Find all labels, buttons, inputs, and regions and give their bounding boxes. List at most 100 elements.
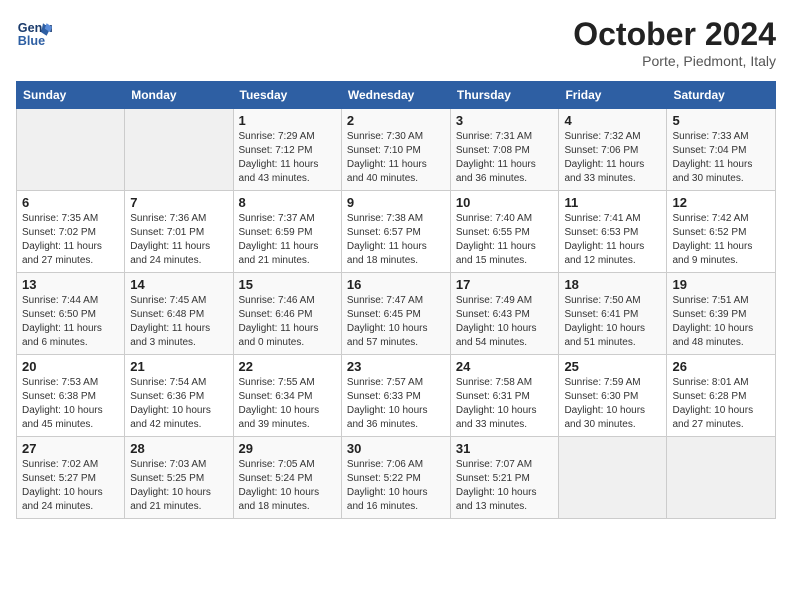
location-subtitle: Porte, Piedmont, Italy bbox=[573, 53, 776, 69]
calendar-cell: 31 Sunrise: 7:07 AM Sunset: 5:21 PM Dayli… bbox=[450, 437, 559, 519]
calendar-cell: 9 Sunrise: 7:38 AM Sunset: 6:57 PM Daylig… bbox=[341, 191, 450, 273]
calendar-cell: 11Sunrise: 7:41 AM Sunset: 6:53 PM Dayli… bbox=[559, 191, 667, 273]
day-number: 19 bbox=[672, 277, 770, 292]
day-info: Sunrise: 7:57 AM Sunset: 6:33 PM Dayligh… bbox=[347, 376, 445, 432]
calendar-cell: 2Sunrise: 7:30 AM Sunset: 7:10 PM Daylig… bbox=[341, 109, 450, 191]
calendar-header-row: SundayMondayTuesdayWednesdayThursdayFrid… bbox=[17, 82, 776, 109]
day-info: Sunrise: 7:33 AM Sunset: 7:04 PM Dayligh… bbox=[672, 130, 770, 186]
day-header-friday: Friday bbox=[559, 82, 667, 109]
calendar-cell: 15 Sunrise: 7:46 AM Sunset: 6:46 PM Dayli… bbox=[233, 273, 341, 355]
day-number: 5 bbox=[672, 113, 770, 128]
day-header-thursday: Thursday bbox=[450, 82, 559, 109]
week-row-5: 27Sunrise: 7:02 AM Sunset: 5:27 PM Dayli… bbox=[17, 437, 776, 519]
day-number: 14 bbox=[130, 277, 227, 292]
day-number: 13 bbox=[22, 277, 119, 292]
calendar-cell: 1 Sunrise: 7:29 AM Sunset: 7:12 PM Daylig… bbox=[233, 109, 341, 191]
page-header: General Blue October 2024 Porte, Piedmon… bbox=[16, 16, 776, 69]
day-number: 21 bbox=[130, 359, 227, 374]
day-info: Sunrise: 7:47 AM Sunset: 6:45 PM Dayligh… bbox=[347, 294, 445, 350]
calendar-cell: 22 Sunrise: 7:55 AM Sunset: 6:34 PM Dayli… bbox=[233, 355, 341, 437]
week-row-4: 20 Sunrise: 7:53 AM Sunset: 6:38 PM Dayli… bbox=[17, 355, 776, 437]
calendar-table: SundayMondayTuesdayWednesdayThursdayFrid… bbox=[16, 81, 776, 519]
day-info: Sunrise: 8:01 AM Sunset: 6:28 PM Dayligh… bbox=[672, 376, 770, 432]
day-info: Sunrise: 7:53 AM Sunset: 6:38 PM Dayligh… bbox=[22, 376, 119, 432]
logo: General Blue bbox=[16, 16, 52, 52]
day-number: 17 bbox=[456, 277, 554, 292]
calendar-cell: 25Sunrise: 7:59 AM Sunset: 6:30 PM Dayli… bbox=[559, 355, 667, 437]
calendar-cell: 3 Sunrise: 7:31 AM Sunset: 7:08 PM Daylig… bbox=[450, 109, 559, 191]
day-number: 8 bbox=[239, 195, 336, 210]
title-block: October 2024 Porte, Piedmont, Italy bbox=[573, 16, 776, 69]
day-number: 29 bbox=[239, 441, 336, 456]
calendar-cell: 7Sunrise: 7:36 AM Sunset: 7:01 PM Daylig… bbox=[125, 191, 233, 273]
day-number: 25 bbox=[564, 359, 661, 374]
day-number: 4 bbox=[564, 113, 661, 128]
day-number: 31 bbox=[456, 441, 554, 456]
day-info: Sunrise: 7:46 AM Sunset: 6:46 PM Dayligh… bbox=[239, 294, 336, 350]
calendar-cell: 17 Sunrise: 7:49 AM Sunset: 6:43 PM Dayli… bbox=[450, 273, 559, 355]
week-row-1: 1 Sunrise: 7:29 AM Sunset: 7:12 PM Daylig… bbox=[17, 109, 776, 191]
calendar-cell: 6 Sunrise: 7:35 AM Sunset: 7:02 PM Daylig… bbox=[17, 191, 125, 273]
day-number: 12 bbox=[672, 195, 770, 210]
day-number: 2 bbox=[347, 113, 445, 128]
day-info: Sunrise: 7:03 AM Sunset: 5:25 PM Dayligh… bbox=[130, 458, 227, 514]
day-number: 6 bbox=[22, 195, 119, 210]
day-info: Sunrise: 7:35 AM Sunset: 7:02 PM Dayligh… bbox=[22, 212, 119, 268]
calendar-cell: 23 Sunrise: 7:57 AM Sunset: 6:33 PM Dayli… bbox=[341, 355, 450, 437]
calendar-cell: 29 Sunrise: 7:05 AM Sunset: 5:24 PM Dayli… bbox=[233, 437, 341, 519]
day-info: Sunrise: 7:38 AM Sunset: 6:57 PM Dayligh… bbox=[347, 212, 445, 268]
day-info: Sunrise: 7:55 AM Sunset: 6:34 PM Dayligh… bbox=[239, 376, 336, 432]
calendar-cell: 5 Sunrise: 7:33 AM Sunset: 7:04 PM Daylig… bbox=[667, 109, 776, 191]
day-info: Sunrise: 7:54 AM Sunset: 6:36 PM Dayligh… bbox=[130, 376, 227, 432]
calendar-cell bbox=[17, 109, 125, 191]
day-info: Sunrise: 7:05 AM Sunset: 5:24 PM Dayligh… bbox=[239, 458, 336, 514]
day-number: 10 bbox=[456, 195, 554, 210]
day-header-wednesday: Wednesday bbox=[341, 82, 450, 109]
day-header-monday: Monday bbox=[125, 82, 233, 109]
day-number: 20 bbox=[22, 359, 119, 374]
svg-text:Blue: Blue bbox=[18, 34, 45, 48]
calendar-cell: 27Sunrise: 7:02 AM Sunset: 5:27 PM Dayli… bbox=[17, 437, 125, 519]
logo-icon: General Blue bbox=[16, 16, 52, 52]
calendar-cell: 16 Sunrise: 7:47 AM Sunset: 6:45 PM Dayli… bbox=[341, 273, 450, 355]
day-number: 22 bbox=[239, 359, 336, 374]
day-number: 1 bbox=[239, 113, 336, 128]
day-info: Sunrise: 7:31 AM Sunset: 7:08 PM Dayligh… bbox=[456, 130, 554, 186]
week-row-2: 6 Sunrise: 7:35 AM Sunset: 7:02 PM Daylig… bbox=[17, 191, 776, 273]
calendar-body: 1 Sunrise: 7:29 AM Sunset: 7:12 PM Daylig… bbox=[17, 109, 776, 519]
day-header-sunday: Sunday bbox=[17, 82, 125, 109]
day-info: Sunrise: 7:07 AM Sunset: 5:21 PM Dayligh… bbox=[456, 458, 554, 514]
day-info: Sunrise: 7:50 AM Sunset: 6:41 PM Dayligh… bbox=[564, 294, 661, 350]
day-info: Sunrise: 7:49 AM Sunset: 6:43 PM Dayligh… bbox=[456, 294, 554, 350]
day-header-tuesday: Tuesday bbox=[233, 82, 341, 109]
calendar-cell bbox=[125, 109, 233, 191]
day-info: Sunrise: 7:51 AM Sunset: 6:39 PM Dayligh… bbox=[672, 294, 770, 350]
day-number: 30 bbox=[347, 441, 445, 456]
calendar-cell: 12Sunrise: 7:42 AM Sunset: 6:52 PM Dayli… bbox=[667, 191, 776, 273]
month-title: October 2024 bbox=[573, 16, 776, 53]
day-info: Sunrise: 7:32 AM Sunset: 7:06 PM Dayligh… bbox=[564, 130, 661, 186]
calendar-cell: 30 Sunrise: 7:06 AM Sunset: 5:22 PM Dayli… bbox=[341, 437, 450, 519]
day-info: Sunrise: 7:36 AM Sunset: 7:01 PM Dayligh… bbox=[130, 212, 227, 268]
calendar-cell: 8 Sunrise: 7:37 AM Sunset: 6:59 PM Daylig… bbox=[233, 191, 341, 273]
day-info: Sunrise: 7:45 AM Sunset: 6:48 PM Dayligh… bbox=[130, 294, 227, 350]
day-number: 24 bbox=[456, 359, 554, 374]
day-number: 3 bbox=[456, 113, 554, 128]
day-info: Sunrise: 7:37 AM Sunset: 6:59 PM Dayligh… bbox=[239, 212, 336, 268]
day-number: 9 bbox=[347, 195, 445, 210]
calendar-cell: 26Sunrise: 8:01 AM Sunset: 6:28 PM Dayli… bbox=[667, 355, 776, 437]
calendar-cell: 20 Sunrise: 7:53 AM Sunset: 6:38 PM Dayli… bbox=[17, 355, 125, 437]
day-number: 27 bbox=[22, 441, 119, 456]
day-info: Sunrise: 7:40 AM Sunset: 6:55 PM Dayligh… bbox=[456, 212, 554, 268]
day-header-saturday: Saturday bbox=[667, 82, 776, 109]
calendar-cell: 24Sunrise: 7:58 AM Sunset: 6:31 PM Dayli… bbox=[450, 355, 559, 437]
day-info: Sunrise: 7:29 AM Sunset: 7:12 PM Dayligh… bbox=[239, 130, 336, 186]
day-info: Sunrise: 7:06 AM Sunset: 5:22 PM Dayligh… bbox=[347, 458, 445, 514]
day-number: 16 bbox=[347, 277, 445, 292]
day-number: 15 bbox=[239, 277, 336, 292]
calendar-cell bbox=[559, 437, 667, 519]
day-number: 23 bbox=[347, 359, 445, 374]
calendar-cell: 18Sunrise: 7:50 AM Sunset: 6:41 PM Dayli… bbox=[559, 273, 667, 355]
calendar-cell: 14 Sunrise: 7:45 AM Sunset: 6:48 PM Dayli… bbox=[125, 273, 233, 355]
calendar-cell: 10 Sunrise: 7:40 AM Sunset: 6:55 PM Dayli… bbox=[450, 191, 559, 273]
